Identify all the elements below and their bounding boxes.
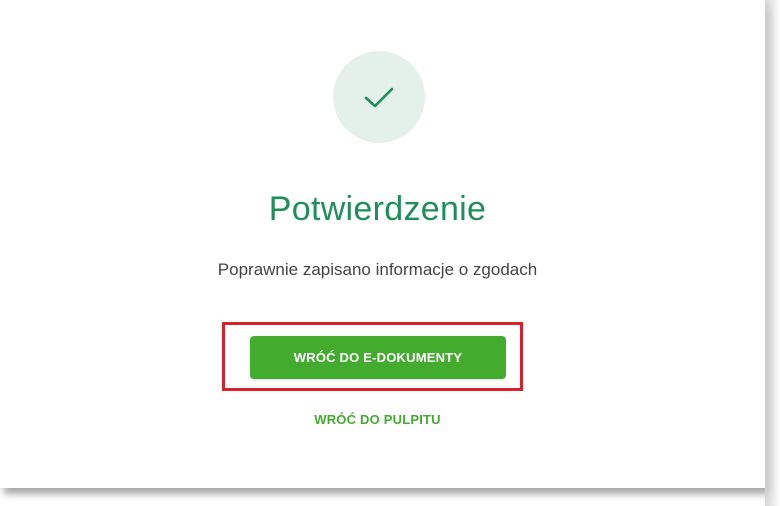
confirmation-title: Potwierdzenie [268,190,487,228]
window-edge-shadow [765,0,780,506]
confirmation-panel: Potwierdzenie Poprawnie zapisano informa… [0,0,765,488]
back-to-dashboard-link[interactable]: WRÓĆ DO PULPITU [0,412,755,427]
back-to-edocuments-button[interactable]: WRÓĆ DO E-DOKUMENTY [250,336,506,379]
check-icon [364,87,394,108]
success-badge [333,51,425,143]
confirmation-message: Poprawnie zapisano informacje o zgodach [217,260,538,279]
